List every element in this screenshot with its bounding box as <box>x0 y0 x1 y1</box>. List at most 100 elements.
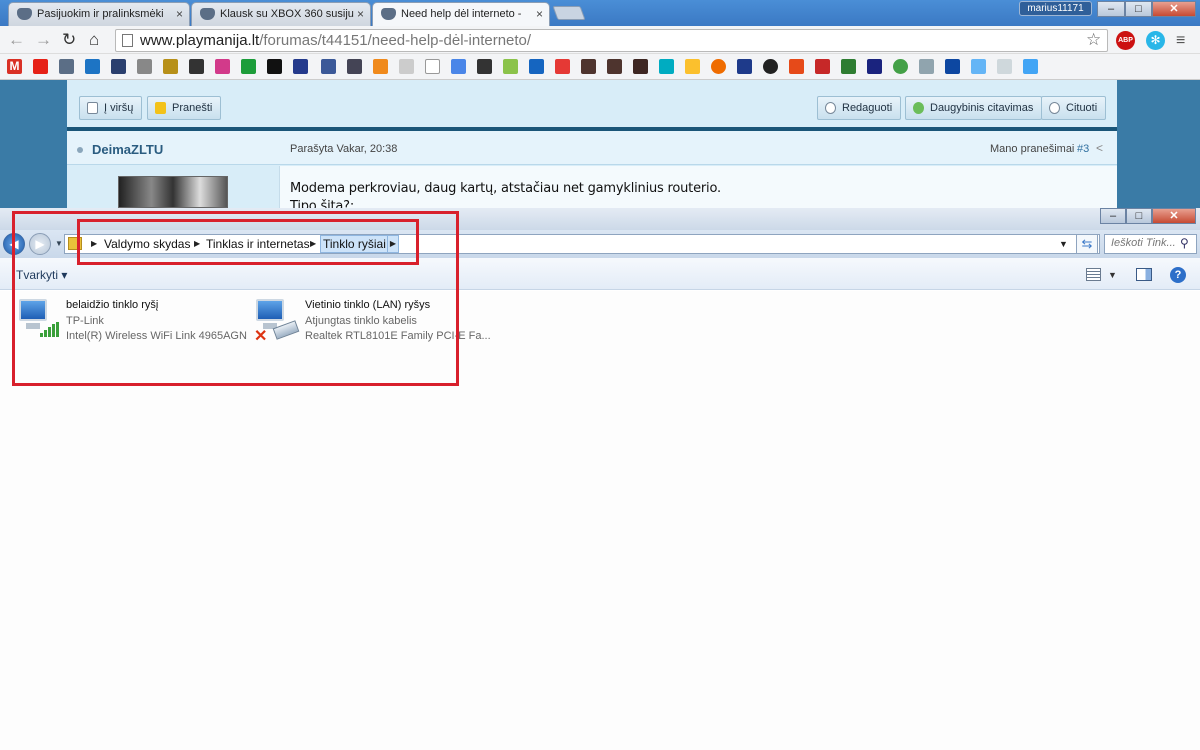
bookmark-icon[interactable] <box>111 59 126 74</box>
forward-arrow-icon[interactable]: → <box>35 31 52 48</box>
bookmark-icon[interactable] <box>477 59 492 74</box>
report-button[interactable]: Pranešti <box>147 96 222 120</box>
to-top-button[interactable]: Į viršų <box>79 96 143 120</box>
youtube-icon[interactable] <box>33 59 48 74</box>
bookmarks-bar: M <box>0 54 1200 80</box>
tab-pasijuokim[interactable]: Pasijuokim ir pralinksmėki × <box>8 2 190 26</box>
bookmark-icon[interactable] <box>293 59 308 74</box>
bookmark-icon[interactable] <box>137 59 152 74</box>
browser-close-button[interactable]: ✕ <box>1152 1 1196 17</box>
bookmark-icon[interactable] <box>267 59 282 74</box>
bookmark-icon[interactable] <box>815 59 830 74</box>
tab-close-icon[interactable]: × <box>536 7 543 21</box>
star-icon[interactable]: ☆ <box>1086 30 1101 50</box>
translate-icon[interactable] <box>451 59 466 74</box>
edit-button[interactable]: Redaguoti <box>817 96 902 120</box>
button-label: Redaguoti <box>842 102 893 114</box>
tab-klausk-xbox[interactable]: Klausk su XBOX 360 susiju × <box>191 2 371 26</box>
page-icon <box>122 34 133 47</box>
gamepad-bookmark-icon[interactable] <box>59 59 74 74</box>
bookmark-icon[interactable] <box>841 59 856 74</box>
url-path: /forumas/t44151/need-help-dėl-interneto/ <box>259 32 532 49</box>
menu-icon[interactable]: ≡ <box>1176 32 1185 50</box>
paypal-icon[interactable] <box>737 59 752 74</box>
bookmark-icon[interactable] <box>189 59 204 74</box>
bookmark-icon[interactable] <box>163 59 178 74</box>
button-label: Pranešti <box>172 102 213 114</box>
warning-icon <box>155 102 166 114</box>
gamepad-icon <box>381 8 396 20</box>
user-badge[interactable]: marius11171 <box>1019 1 1092 16</box>
bookmark-icon[interactable] <box>555 59 570 74</box>
bookmark-icon[interactable] <box>633 59 648 74</box>
preview-pane-icon[interactable] <box>1136 268 1152 281</box>
quote-button[interactable]: Cituoti <box>1041 96 1107 120</box>
url-host: www.playmanija.lt <box>140 32 260 49</box>
bookmark-icon[interactable] <box>945 59 960 74</box>
bookmark-icon[interactable] <box>893 59 908 74</box>
page-up-icon <box>87 102 98 114</box>
gamepad-icon <box>17 8 32 20</box>
adblock-icon[interactable]: ABP <box>1116 31 1135 50</box>
bookmark-icon[interactable] <box>503 59 518 74</box>
quote-icon <box>1049 102 1060 114</box>
bookmark-icon[interactable] <box>85 59 100 74</box>
gmail-icon[interactable]: M <box>7 59 22 74</box>
tab-need-help[interactable]: Need help dėl interneto - × <box>372 2 550 27</box>
bookmark-icon[interactable] <box>789 59 804 74</box>
reload-icon[interactable]: ↻ <box>62 31 76 48</box>
avatar <box>118 176 228 208</box>
bookmark-icon[interactable] <box>919 59 934 74</box>
extension-icon[interactable]: ✻ <box>1146 31 1165 50</box>
bookmark-icon[interactable] <box>997 59 1012 74</box>
address-dropdown-icon[interactable]: ▼ <box>1059 239 1068 249</box>
bookmark-icon[interactable] <box>347 59 362 74</box>
button-label: Į viršų <box>104 102 134 114</box>
refresh-icon[interactable]: ⇆ <box>1076 234 1098 254</box>
bookmark-icon[interactable] <box>373 59 388 74</box>
bookmark-icon[interactable] <box>1023 59 1038 74</box>
bookmark-icon[interactable] <box>685 59 700 74</box>
share-icon[interactable]: < <box>1096 141 1103 155</box>
multiquote-button[interactable]: Daugybinis citavimas <box>905 96 1043 120</box>
tab-close-icon[interactable]: × <box>357 7 364 21</box>
gamepad-icon <box>200 8 215 20</box>
bookmark-icon[interactable] <box>529 59 544 74</box>
bookmark-icon[interactable] <box>215 59 230 74</box>
bookmark-icon[interactable] <box>607 59 622 74</box>
button-label: Daugybinis citavimas <box>930 102 1034 114</box>
bookmark-icon[interactable] <box>659 59 674 74</box>
online-status-icon <box>77 147 83 153</box>
help-icon[interactable]: ? <box>1170 267 1186 283</box>
facebook-icon[interactable] <box>321 59 336 74</box>
new-tab-button[interactable] <box>552 6 586 20</box>
home-icon[interactable]: ⌂ <box>89 31 99 48</box>
back-arrow-icon[interactable]: ← <box>8 31 25 48</box>
bookmark-icon[interactable] <box>971 59 986 74</box>
bookmark-icon[interactable] <box>399 59 414 74</box>
post-number-link[interactable]: #3 <box>1077 143 1089 155</box>
playstation-icon[interactable] <box>867 59 882 74</box>
explorer-minimize-button[interactable]: – <box>1100 208 1126 224</box>
wikipedia-icon[interactable] <box>425 59 440 74</box>
post-header <box>67 131 1117 165</box>
tab-label: Need help dėl interneto - <box>401 8 522 20</box>
multiquote-icon <box>913 102 924 114</box>
browser-minimize-button[interactable]: – <box>1097 1 1125 17</box>
bookmark-icon[interactable] <box>763 59 778 74</box>
bookmark-icon[interactable] <box>581 59 596 74</box>
address-bar[interactable]: www.playmanija.lt/forumas/t44151/need-he… <box>115 29 1108 52</box>
post-author[interactable]: DeimaZLTU <box>92 142 163 157</box>
browser-maximize-button[interactable]: □ <box>1125 1 1152 17</box>
explorer-maximize-button[interactable]: □ <box>1126 208 1152 224</box>
view-dropdown-icon[interactable]: ▼ <box>1108 270 1117 280</box>
explorer-close-button[interactable]: ✕ <box>1152 208 1196 224</box>
my-posts-link[interactable]: Mano pranešimai <box>990 143 1074 155</box>
tab-label: Pasijuokim ir pralinksmėki <box>37 8 164 20</box>
bookmark-icon[interactable] <box>711 59 726 74</box>
tab-close-icon[interactable]: × <box>176 7 183 21</box>
edit-icon <box>825 102 836 114</box>
search-icon[interactable]: ⚲ <box>1180 236 1189 250</box>
bookmark-icon[interactable] <box>241 59 256 74</box>
change-view-icon[interactable] <box>1086 268 1101 281</box>
